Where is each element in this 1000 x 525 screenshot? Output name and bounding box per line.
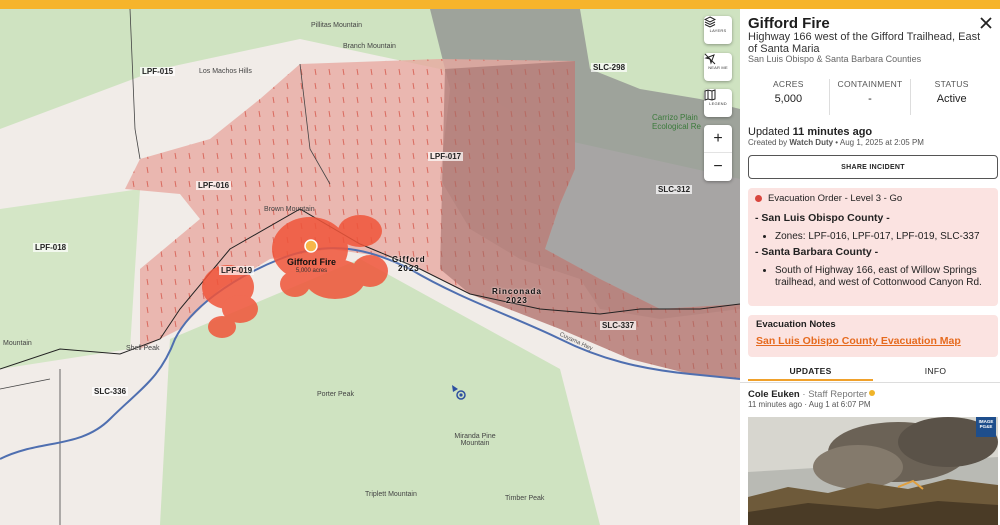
- evacuation-county: - San Luis Obispo County -: [755, 212, 890, 224]
- previous-fire-label: Rinconada 2023: [492, 287, 542, 305]
- top-accent-bar: [0, 0, 1000, 9]
- zone-label: SLC-337: [600, 321, 637, 330]
- update-author: Cole Euken · Staff Reporter: [748, 389, 876, 400]
- zone-label: LPF-019: [219, 266, 255, 275]
- close-icon: [980, 17, 992, 29]
- evacuation-item: Zones: LPF-016, LPF-017, LPF-019, SLC-33…: [775, 231, 991, 243]
- zoom-in-button[interactable]: +: [704, 125, 732, 153]
- stat-status: STATUS Active: [934, 79, 969, 105]
- place-label: Los Machos Hills: [199, 68, 252, 75]
- legend-button[interactable]: LEGEND: [704, 89, 732, 117]
- stat-containment: CONTAINMENT -: [830, 79, 912, 115]
- evacuation-order-card: Evacuation Order - Level 3 - Go - San Lu…: [748, 188, 998, 306]
- divider: [740, 382, 1000, 383]
- panel-tabs: UPDATES INFO: [748, 366, 998, 381]
- place-label: Porter Peak: [317, 391, 354, 398]
- zone-label: SLC-336: [92, 387, 129, 396]
- near-me-button[interactable]: NEAR ME: [704, 53, 732, 81]
- place-label: Triplett Mountain: [365, 491, 417, 498]
- evacuation-map-link[interactable]: San Luis Obispo County Evacuation Map: [756, 335, 990, 347]
- map-legend-icon: [704, 89, 716, 101]
- map-canvas: [0, 9, 740, 525]
- evacuation-county: - Santa Barbara County -: [755, 246, 879, 258]
- verified-icon: [869, 390, 876, 396]
- incident-counties: San Luis Obispo & Santa Barbara Counties: [748, 54, 922, 64]
- incident-stats: ACRES 5,000 CONTAINMENT - STATUS Active: [748, 79, 992, 115]
- zone-label: LPF-016: [196, 181, 232, 190]
- evacuation-item: South of Highway 166, east of Willow Spr…: [775, 265, 991, 289]
- zone-label: LPF-017: [428, 152, 464, 161]
- zoom-controls: + −: [704, 125, 732, 181]
- zone-label: LPF-015: [140, 67, 176, 76]
- place-label: Timber Peak: [505, 495, 545, 502]
- park-label: Carrizo Plain Ecological Re: [652, 113, 701, 131]
- fire-map[interactable]: LPF-015 LPF-017 LPF-016 LPF-018 LPF-019 …: [0, 9, 740, 525]
- fire-origin-marker[interactable]: [304, 239, 318, 253]
- share-incident-button[interactable]: SHARE INCIDENT: [748, 155, 998, 179]
- evacuation-order-header: Evacuation Order - Level 3 - Go: [755, 193, 991, 204]
- fire-photo: [748, 417, 998, 525]
- status-dot-icon: [755, 195, 762, 202]
- layers-button[interactable]: LAYERS: [704, 16, 732, 44]
- tab-info[interactable]: INFO: [873, 366, 998, 381]
- place-label: Pillitas Mountain: [311, 22, 362, 29]
- zoom-out-button[interactable]: −: [704, 153, 732, 181]
- place-label: Mountain: [3, 340, 32, 347]
- updated-time: Updated 11 minutes ago: [748, 126, 873, 138]
- place-label: Miranda Pine Mountain: [454, 433, 496, 447]
- zone-label: SLC-298: [591, 63, 628, 72]
- close-button[interactable]: [978, 15, 994, 31]
- evacuation-notes-card: Evacuation Notes San Luis Obispo County …: [748, 315, 998, 357]
- incident-location: Highway 166 west of the Gifford Trailhea…: [748, 31, 981, 55]
- stat-acres: ACRES 5,000: [748, 79, 830, 115]
- update-time: 11 minutes ago · Aug 1 at 6:07 PM: [748, 400, 871, 409]
- image-credit-badge: IMAGE PG&E: [976, 417, 996, 437]
- location-off-icon: [704, 53, 716, 65]
- zone-label: SLC-312: [656, 185, 693, 194]
- zone-label: LPF-018: [33, 243, 69, 252]
- created-info: Created by Watch Duty • Aug 1, 2025 at 2…: [748, 138, 924, 147]
- update-photo[interactable]: IMAGE PG&E: [748, 417, 998, 525]
- incident-panel: Gifford Fire Highway 166 west of the Gif…: [740, 9, 1000, 525]
- place-label: Branch Mountain: [343, 43, 396, 50]
- fire-map-label[interactable]: Gifford Fire 5,000 acres: [287, 258, 336, 276]
- previous-fire-label: Gifford 2023: [392, 255, 426, 273]
- place-label: Shell Peak: [126, 345, 160, 352]
- place-label: Brown Mountain: [264, 206, 315, 213]
- layers-icon: [704, 16, 716, 28]
- incident-title: Gifford Fire: [748, 15, 830, 32]
- tab-updates[interactable]: UPDATES: [748, 366, 873, 381]
